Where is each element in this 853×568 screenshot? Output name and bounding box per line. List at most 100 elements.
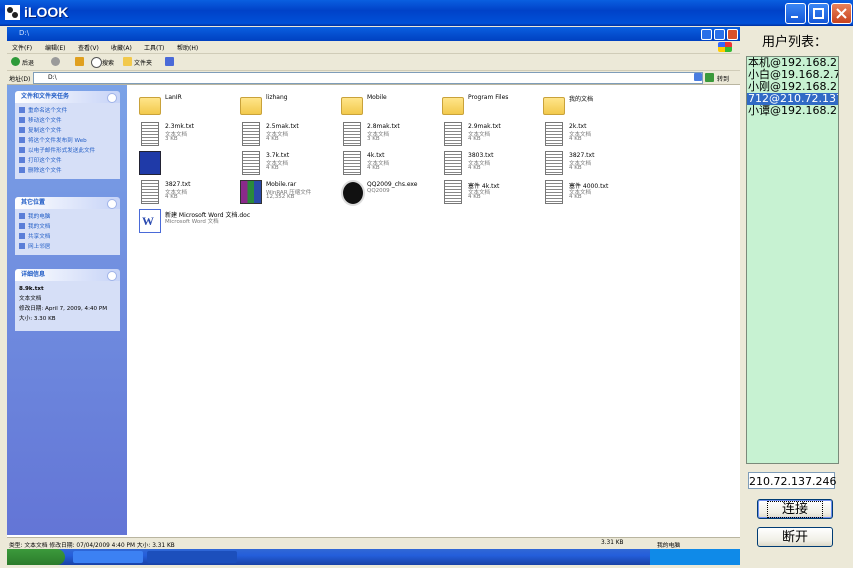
file-item[interactable] xyxy=(135,149,235,177)
folder-icon xyxy=(139,97,161,115)
file-name: 3803.txt xyxy=(468,152,494,159)
system-tray xyxy=(650,549,740,565)
image-file-icon xyxy=(139,151,161,175)
remote-maximize-button[interactable] xyxy=(714,29,725,40)
file-item[interactable]: Program Files xyxy=(438,91,538,119)
remote-desktop-view[interactable]: D:\ 文件(F) 编辑(E) 查看(V) 收藏(A) 工具(T) 帮助(H) … xyxy=(7,27,740,565)
start-button[interactable] xyxy=(7,549,65,565)
forward-icon[interactable] xyxy=(51,57,60,66)
file-item[interactable]: LanIR xyxy=(135,91,235,119)
up-folder-icon[interactable] xyxy=(75,57,84,66)
file-tasks-header[interactable]: 文件和文件夹任务 xyxy=(15,91,120,103)
detail-filename: 8.9k.txt xyxy=(19,286,44,292)
minimize-button[interactable] xyxy=(785,3,806,24)
disconnect-button[interactable]: 断开 xyxy=(757,527,833,547)
go-button[interactable]: 转到 xyxy=(717,74,729,83)
menu-favorites[interactable]: 收藏(A) xyxy=(111,43,132,52)
detail-modified: 修改日期: April 7, 2009, 4:40 PM xyxy=(19,306,108,312)
file-item[interactable]: 2.5mak.txt 文本文档 4 KB xyxy=(236,120,336,148)
other-places-header[interactable]: 其它位置 xyxy=(15,197,120,209)
file-item[interactable]: 2.8mak.txt 文本文档 3 KB xyxy=(337,120,437,148)
menu-file[interactable]: 文件(F) xyxy=(12,43,32,52)
text-file-icon xyxy=(141,122,159,146)
file-name: 2.3mk.txt xyxy=(165,123,195,130)
file-item[interactable]: lizhang xyxy=(236,91,336,119)
connect-button[interactable]: 连接 xyxy=(757,499,833,519)
file-name: 2.8mak.txt xyxy=(367,123,400,130)
address-label: 地址(D) xyxy=(9,76,31,83)
windows-logo-icon xyxy=(718,42,732,52)
collapse-icon[interactable] xyxy=(107,93,117,103)
back-icon[interactable] xyxy=(11,57,20,66)
menu-edit[interactable]: 编辑(E) xyxy=(45,43,65,52)
file-item[interactable]: 塞件 4k.txt 文本文档 4 KB xyxy=(438,178,538,206)
file-item[interactable]: 3.7k.txt 文本文档 4 KB xyxy=(236,149,336,177)
taskbar-item[interactable] xyxy=(73,551,143,563)
search-button[interactable]: 搜索 xyxy=(102,58,114,67)
task-print[interactable]: 打印这个文件 xyxy=(19,156,116,166)
place-my-documents[interactable]: 我的文档 xyxy=(19,222,116,232)
file-item[interactable]: 4k.txt 文本文档 4 KB xyxy=(337,149,437,177)
details-panel: 详细信息 8.9k.txt 文本文档 修改日期: April 7, 2009, … xyxy=(15,269,120,331)
file-item[interactable]: 新建 Microsoft Word 文档.docMicrosoft Word 文… xyxy=(135,207,250,235)
task-copy[interactable]: 复制这个文件 xyxy=(19,126,116,136)
file-size: 4 KB xyxy=(569,194,582,200)
task-email[interactable]: 以电子邮件形式发送此文件 xyxy=(19,146,116,156)
file-item[interactable]: 2.3mk.txt 文本文档 3 KB xyxy=(135,120,235,148)
address-input[interactable]: D:\ xyxy=(33,72,703,84)
file-item[interactable]: 3827.txt 文本文档 4 KB xyxy=(135,178,235,206)
remote-minimize-button[interactable] xyxy=(701,29,712,40)
remote-menubar: 文件(F) 编辑(E) 查看(V) 收藏(A) 工具(T) 帮助(H) xyxy=(7,41,740,54)
qq-icon xyxy=(341,180,365,206)
address-dropdown-icon[interactable] xyxy=(694,73,702,81)
ip-address-input[interactable]: 210.72.137.246 xyxy=(748,472,836,489)
views-icon[interactable] xyxy=(165,57,174,66)
file-item[interactable]: 2.9mak.txt 文本文档 4 KB xyxy=(438,120,538,148)
file-item[interactable]: 塞件 4000.txt 文本文档 4 KB xyxy=(539,178,639,206)
file-item[interactable]: 3803.txt 文本文档 4 KB xyxy=(438,149,538,177)
collapse-icon[interactable] xyxy=(107,199,117,209)
details-header[interactable]: 详细信息 xyxy=(15,269,120,281)
task-move[interactable]: 移动这个文件 xyxy=(19,116,116,126)
text-file-icon xyxy=(545,151,563,175)
rar-file-icon xyxy=(240,180,262,204)
task-pane: 文件和文件夹任务 重命名这个文件 移动这个文件 复制这个文件 将这个文件发布到 … xyxy=(7,85,127,535)
place-network[interactable]: 网上邻居 xyxy=(19,242,116,252)
folder-icon xyxy=(442,97,464,115)
place-shared-documents[interactable]: 共享文档 xyxy=(19,232,116,242)
close-button[interactable] xyxy=(831,3,852,24)
task-delete[interactable]: 删除这个文件 xyxy=(19,166,116,176)
file-item[interactable]: 2k.txt 文本文档 4 KB xyxy=(539,120,639,148)
remote-close-button[interactable] xyxy=(727,29,738,40)
place-my-computer[interactable]: 我的电脑 xyxy=(19,212,116,222)
maximize-button[interactable] xyxy=(808,3,829,24)
remote-window-title: D:\ xyxy=(19,29,30,37)
go-arrow-icon[interactable] xyxy=(705,73,714,82)
user-list[interactable]: 本机@192.168.2. 小白@19.168.2.7 小刚@192.168.2… xyxy=(746,56,839,464)
file-name: 我的文档 xyxy=(569,96,594,103)
file-item[interactable]: Mobile xyxy=(337,91,437,119)
file-item[interactable]: Mobile.rar WinRAR 压缩文件 12,352 KB xyxy=(236,178,336,206)
file-size: 4 KB xyxy=(468,194,481,200)
collapse-icon[interactable] xyxy=(107,271,117,281)
task-rename[interactable]: 重命名这个文件 xyxy=(19,106,116,116)
folders-icon[interactable] xyxy=(123,57,132,66)
back-button[interactable]: 后退 xyxy=(22,58,34,67)
task-publish[interactable]: 将这个文件发布到 Web xyxy=(19,136,116,146)
file-name: 3827.txt xyxy=(569,152,595,159)
file-name: 2.5mak.txt xyxy=(266,123,299,130)
file-item[interactable]: 3827.txt 文本文档 4 KB xyxy=(539,149,639,177)
file-item[interactable]: 我的文档 xyxy=(539,91,639,119)
file-name: Program Files xyxy=(468,94,509,101)
menu-tools[interactable]: 工具(T) xyxy=(144,43,164,52)
file-size: 12,352 KB xyxy=(266,194,295,200)
menu-help[interactable]: 帮助(H) xyxy=(177,43,198,52)
search-icon[interactable] xyxy=(91,57,102,68)
folder-icon xyxy=(543,97,565,115)
folders-button[interactable]: 文件夹 xyxy=(134,58,152,67)
file-item[interactable]: QQ2009_chs.exe QQ2009 xyxy=(337,178,437,206)
taskbar-item[interactable] xyxy=(147,551,237,563)
user-list-item[interactable]: 小谭@192.168.2. xyxy=(747,105,838,117)
detail-type: 文本文档 xyxy=(19,296,42,302)
menu-view[interactable]: 查看(V) xyxy=(78,43,99,52)
